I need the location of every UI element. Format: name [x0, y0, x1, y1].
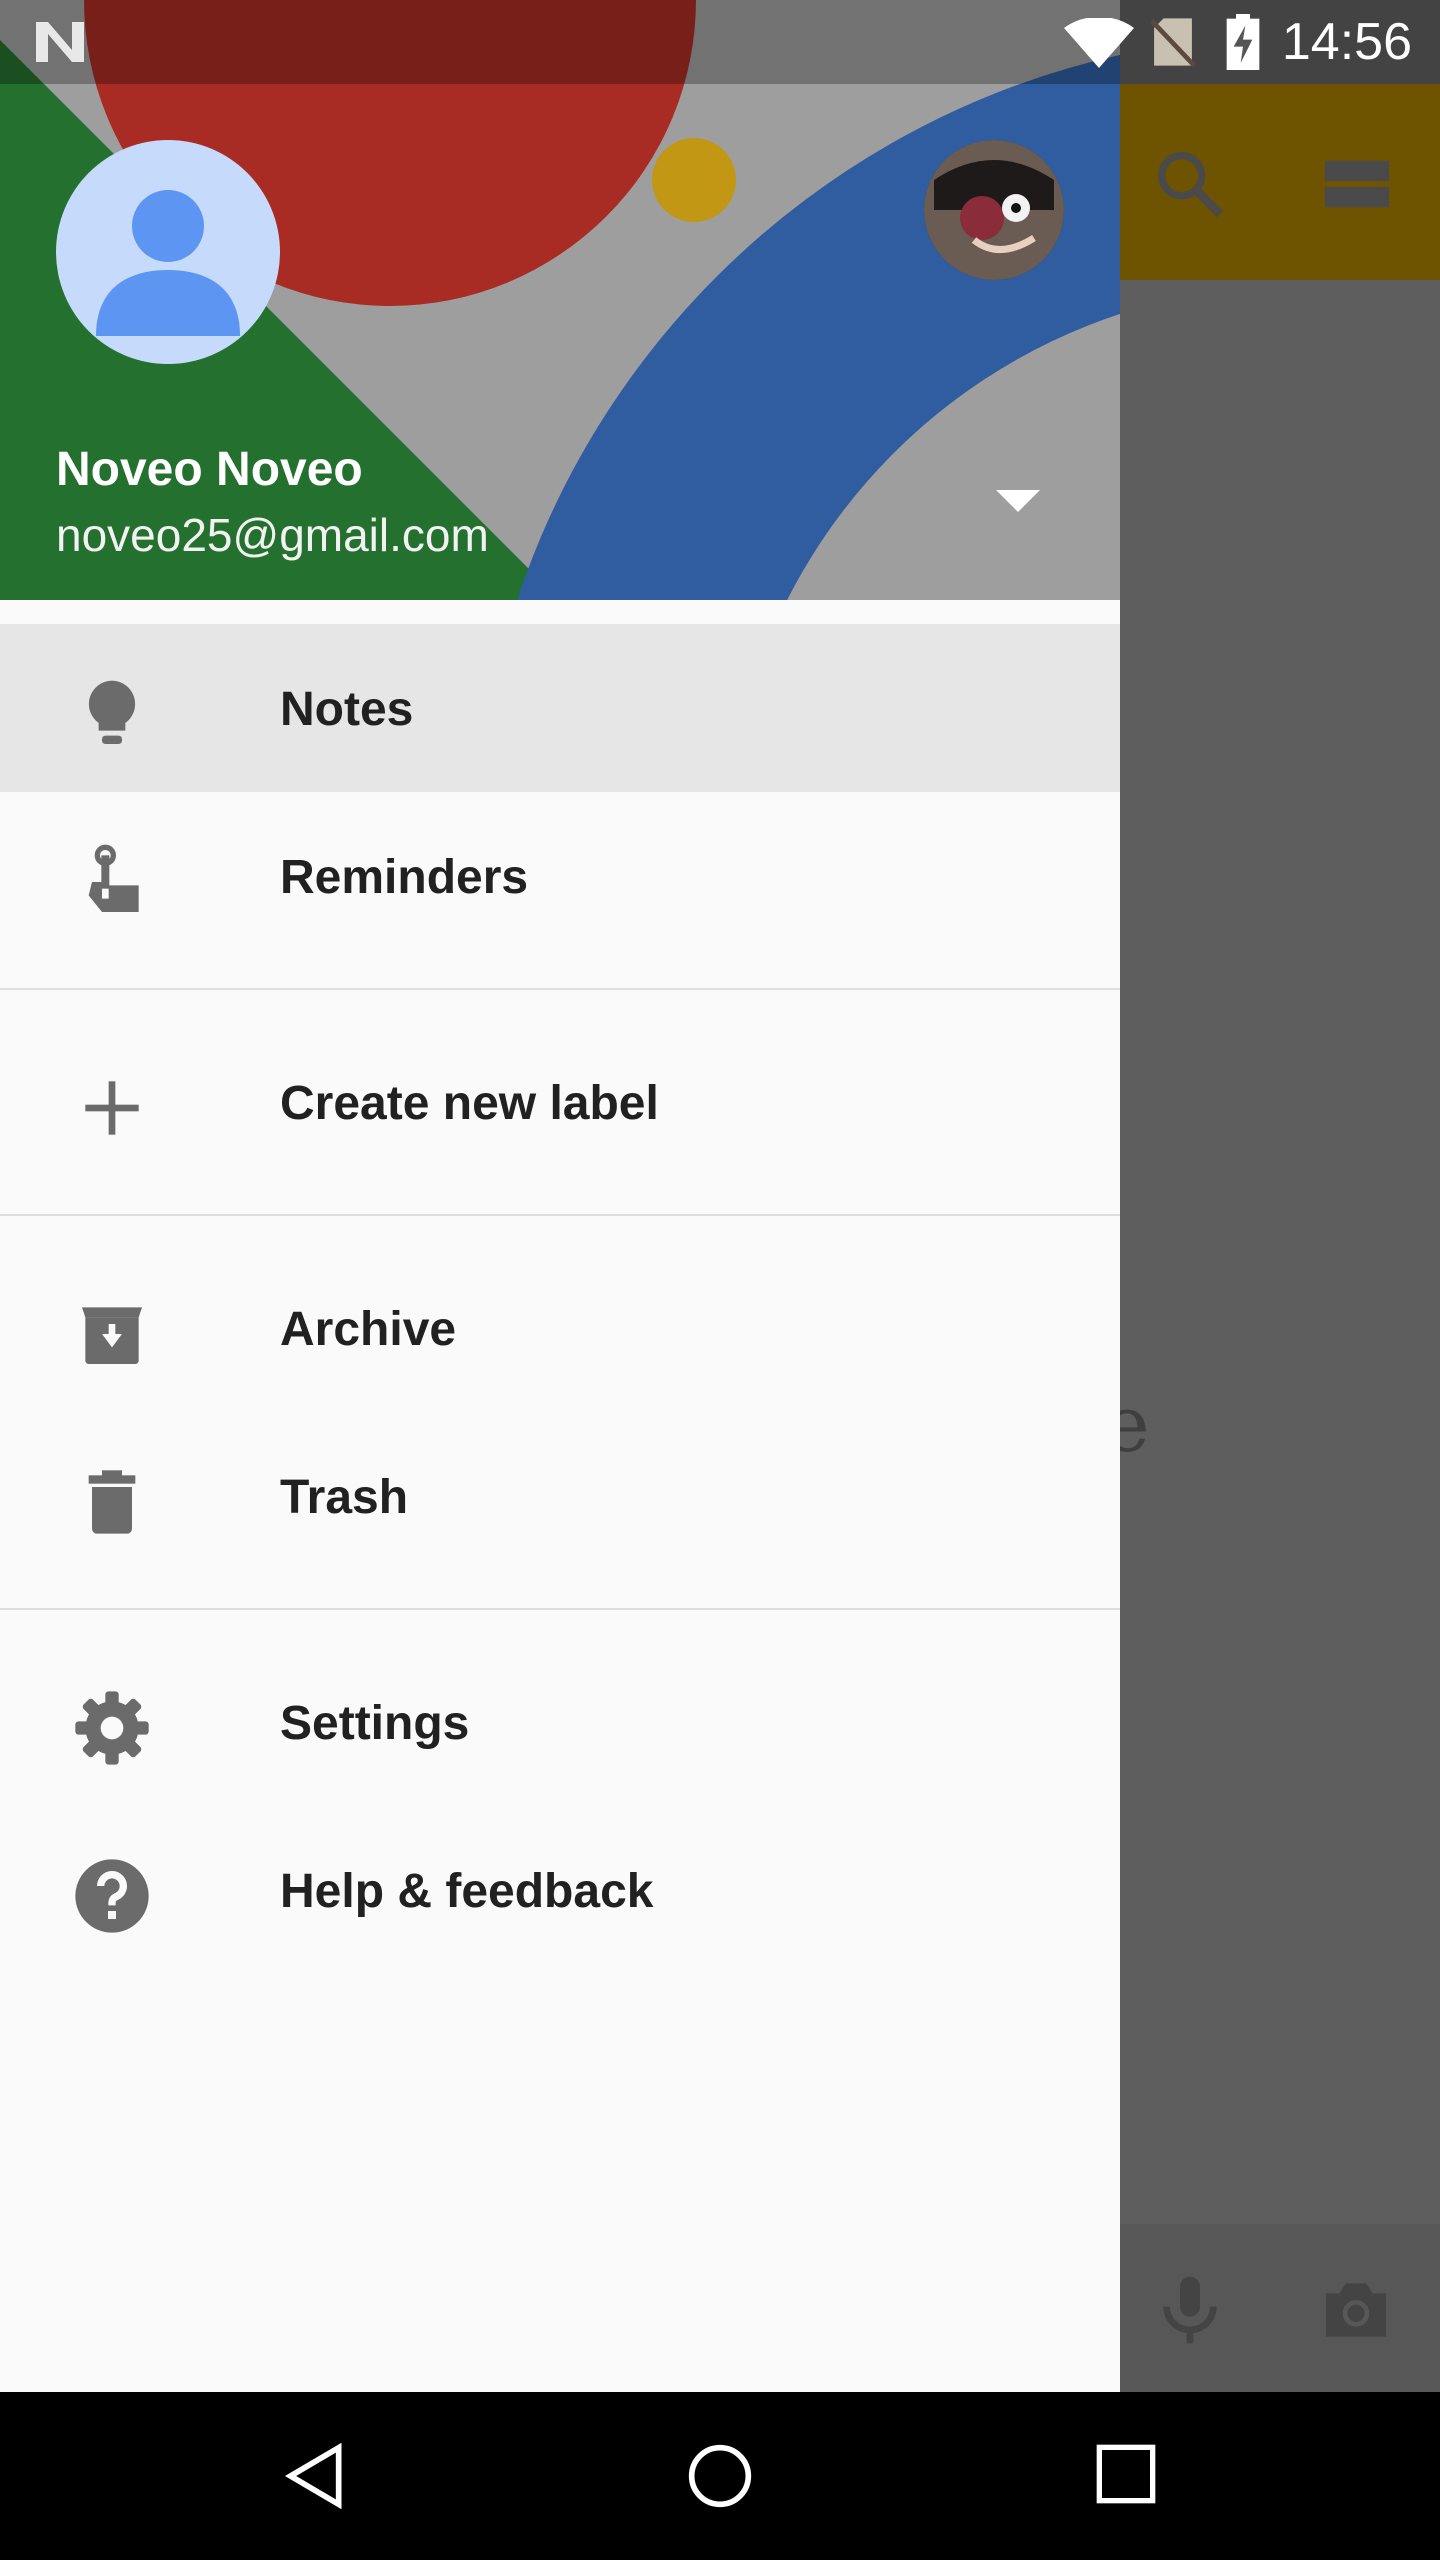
account-switcher-dropdown-icon[interactable] — [996, 490, 1040, 514]
archive-icon — [82, 1307, 142, 1364]
menu-item-settings[interactable]: Settings — [0, 1638, 1120, 1806]
reminder-finger-icon — [88, 844, 139, 912]
account-name: Noveo Noveo — [56, 443, 363, 496]
drawer-menu: Notes Reminders Create new label Archive… — [0, 624, 1120, 1974]
trash-icon — [88, 1470, 136, 1534]
back-icon[interactable] — [282, 2442, 350, 2510]
help-icon — [75, 1859, 149, 1933]
camera-icon[interactable] — [1316, 2270, 1396, 2350]
wifi-icon — [1064, 18, 1134, 68]
menu-item-label: Help & feedback — [280, 1865, 654, 1918]
menu-item-label: Reminders — [280, 851, 529, 904]
battery-charging-icon — [1226, 14, 1260, 70]
character-avatar-image — [924, 140, 1064, 280]
plus-icon — [85, 1081, 139, 1135]
view-toggle-icon[interactable] — [1322, 154, 1392, 214]
notification-n-icon — [36, 22, 84, 62]
menu-item-trash[interactable]: Trash — [0, 1412, 1120, 1580]
menu-item-create-new-label[interactable]: Create new label — [0, 1018, 1120, 1186]
navigation-drawer: Noveo Noveo noveo25@gmail.com Notes Remi… — [0, 0, 1120, 2392]
menu-item-label: Trash — [280, 1471, 409, 1524]
status-time: 14:56 — [1281, 13, 1412, 71]
menu-item-label: Settings — [280, 1697, 470, 1750]
lightbulb-icon — [88, 680, 136, 744]
menu-item-label: Create new label — [280, 1077, 659, 1130]
recents-icon[interactable] — [1094, 2442, 1158, 2506]
account-email: noveo25@gmail.com — [56, 509, 489, 561]
person-icon — [96, 190, 240, 336]
account-avatar[interactable] — [56, 140, 280, 364]
home-icon[interactable] — [686, 2442, 754, 2510]
mic-icon[interactable] — [1150, 2270, 1230, 2350]
menu-item-label: Notes — [280, 683, 414, 736]
no-sim-icon — [1150, 18, 1196, 68]
secondary-account-avatar[interactable] — [924, 140, 1064, 280]
menu-item-archive[interactable]: Archive — [0, 1244, 1120, 1412]
gear-icon — [75, 1691, 149, 1765]
status-bar: 14:56 — [0, 0, 1440, 84]
account-header: Noveo Noveo noveo25@gmail.com — [0, 0, 1120, 600]
menu-item-help-feedback[interactable]: Help & feedback — [0, 1806, 1120, 1974]
menu-item-label: Archive — [280, 1303, 457, 1356]
search-icon[interactable] — [1150, 144, 1230, 224]
system-navigation-bar — [0, 2392, 1440, 2560]
menu-item-reminders[interactable]: Reminders — [0, 792, 1120, 960]
menu-item-notes[interactable]: Notes — [0, 624, 1120, 792]
